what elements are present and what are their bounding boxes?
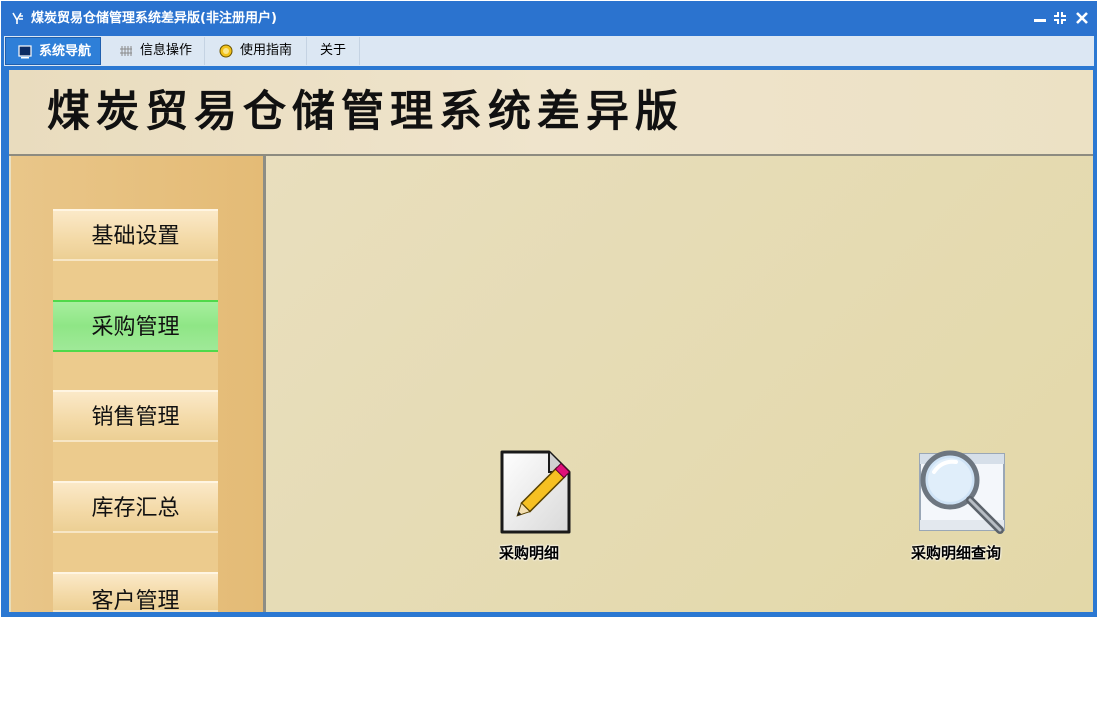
main-content: 煤炭贸易仓储管理系统差异版 基础设置 采购管理 销售管理 库存汇总 客户管理 采… [9,70,1093,612]
sidebar-item-label: 销售管理 [91,405,180,430]
function-label[interactable]: 采购明细查询 [911,542,1001,563]
menu-bar: 系统导航 信息操作 使用指南 关于 [4,36,1094,66]
sidebar-item-label: 客户管理 [91,589,180,612]
app-window: 煤炭贸易仓储管理系统差异版(非注册用户) 系统导航 信息操作 使用指南 关于 煤… [1,1,1097,617]
header-banner: 煤炭贸易仓储管理系统差异版 [9,70,1093,156]
tab-about[interactable]: 关于 [308,37,360,65]
edit-document-icon [500,450,571,534]
tab-label: 使用指南 [240,43,293,58]
sidebar-item-purchase-management[interactable]: 采购管理 [53,300,218,352]
grid-icon [120,46,132,56]
sidebar-item-basic-settings[interactable]: 基础设置 [53,209,218,261]
magnifier-window-icon [919,450,1005,534]
help-circle-icon [219,44,233,58]
title-bar: 煤炭贸易仓储管理系统差异版(非注册用户) [1,1,1097,36]
tab-info-operation[interactable]: 信息操作 [104,37,205,65]
tab-label: 系统导航 [39,44,92,59]
monitor-icon [18,45,32,59]
menu-divider [4,66,1094,69]
divider [53,352,218,390]
divider [53,261,218,301]
restore-icon[interactable] [1051,8,1069,28]
minimize-icon[interactable] [1031,8,1049,28]
close-icon[interactable] [1073,8,1091,28]
function-purchase-detail-query[interactable] [916,448,1008,536]
sidebar-item-label: 库存汇总 [91,496,180,521]
tab-label: 信息操作 [140,43,193,58]
sidebar-item-label: 采购管理 [91,315,180,340]
tab-system-navigation[interactable]: 系统导航 [5,37,101,65]
sidebar-item-label: 基础设置 [91,224,180,249]
window-title: 煤炭贸易仓储管理系统差异版(非注册用户) [31,11,277,26]
divider [53,442,218,482]
page-title: 煤炭贸易仓储管理系统差异版 [47,87,684,137]
app-logo-icon [12,12,23,24]
tab-label: 关于 [320,43,347,58]
function-purchase-detail[interactable] [497,448,573,536]
sidebar: 基础设置 采购管理 销售管理 库存汇总 客户管理 [11,156,266,612]
sidebar-item-sales-management[interactable]: 销售管理 [53,390,218,442]
sidebar-item-customer-management[interactable]: 客户管理 [53,572,218,612]
tab-user-guide[interactable]: 使用指南 [206,37,307,65]
sidebar-item-inventory-summary[interactable]: 库存汇总 [53,481,218,533]
function-label[interactable]: 采购明细 [499,542,559,563]
divider [53,533,218,573]
